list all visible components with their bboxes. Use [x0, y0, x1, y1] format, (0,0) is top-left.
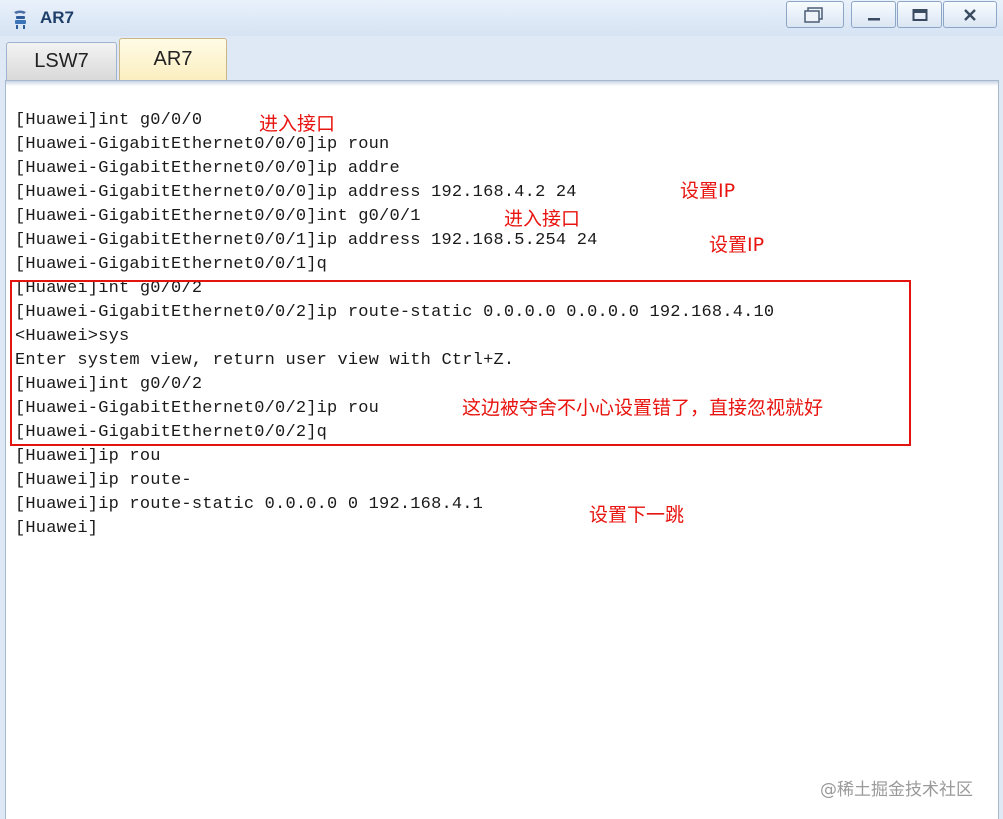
close-icon	[964, 8, 976, 21]
annotation-enter-interface: 进入接口	[504, 208, 581, 230]
maximize-icon	[912, 8, 927, 21]
terminal-line: [Huawei]	[15, 519, 99, 538]
terminal-line: [Huawei-GigabitEthernet0/0/0]ip roun	[15, 135, 390, 154]
terminal-line: [Huawei-GigabitEthernet0/0/1]ip address …	[15, 231, 598, 250]
annotation-next-hop: 设置下一跳	[589, 504, 685, 526]
network-device-icon	[14, 10, 26, 29]
terminal-line: [Huawei]ip route-	[15, 471, 192, 490]
tab-ar7[interactable]: AR7	[119, 38, 227, 80]
annotation-set-ip: 设置IP	[709, 234, 765, 256]
window-title: AR7	[40, 8, 75, 27]
mistake-highlight-box	[10, 280, 911, 446]
watermark: @稀土掘金技术社区	[820, 780, 973, 800]
terminal-line: [Huawei-GigabitEthernet0/0/0]ip address …	[15, 183, 577, 202]
terminal-window: AR7 LSW7 AR7 [Huawei]int g0/0/0 [Huawei-…	[0, 0, 1003, 819]
terminal-line: [Huawei-GigabitEthernet0/0/1]q	[15, 255, 328, 274]
terminal-line: [Huawei]ip rou	[15, 447, 161, 466]
restore-icon	[804, 6, 823, 23]
maximize-button[interactable]	[897, 1, 942, 28]
restore-button[interactable]	[786, 1, 844, 28]
close-button[interactable]	[943, 1, 997, 28]
minimize-icon	[867, 17, 880, 20]
tab-bar: LSW7 AR7	[0, 36, 1003, 80]
console-top-shadow	[6, 81, 998, 86]
tab-lsw7[interactable]: LSW7	[6, 42, 117, 80]
terminal-line: [Huawei]int g0/0/0	[15, 111, 203, 130]
terminal-line: [Huawei]ip route-static 0.0.0.0 0 192.16…	[15, 495, 484, 514]
minimize-button[interactable]	[851, 1, 896, 28]
annotation-set-ip: 设置IP	[680, 180, 736, 202]
title-bar[interactable]: AR7	[0, 0, 1003, 36]
terminal-line: [Huawei-GigabitEthernet0/0/0]ip addre	[15, 159, 400, 178]
terminal-line: [Huawei-GigabitEthernet0/0/0]int g0/0/1	[15, 207, 421, 226]
annotation-enter-interface: 进入接口	[259, 113, 336, 135]
